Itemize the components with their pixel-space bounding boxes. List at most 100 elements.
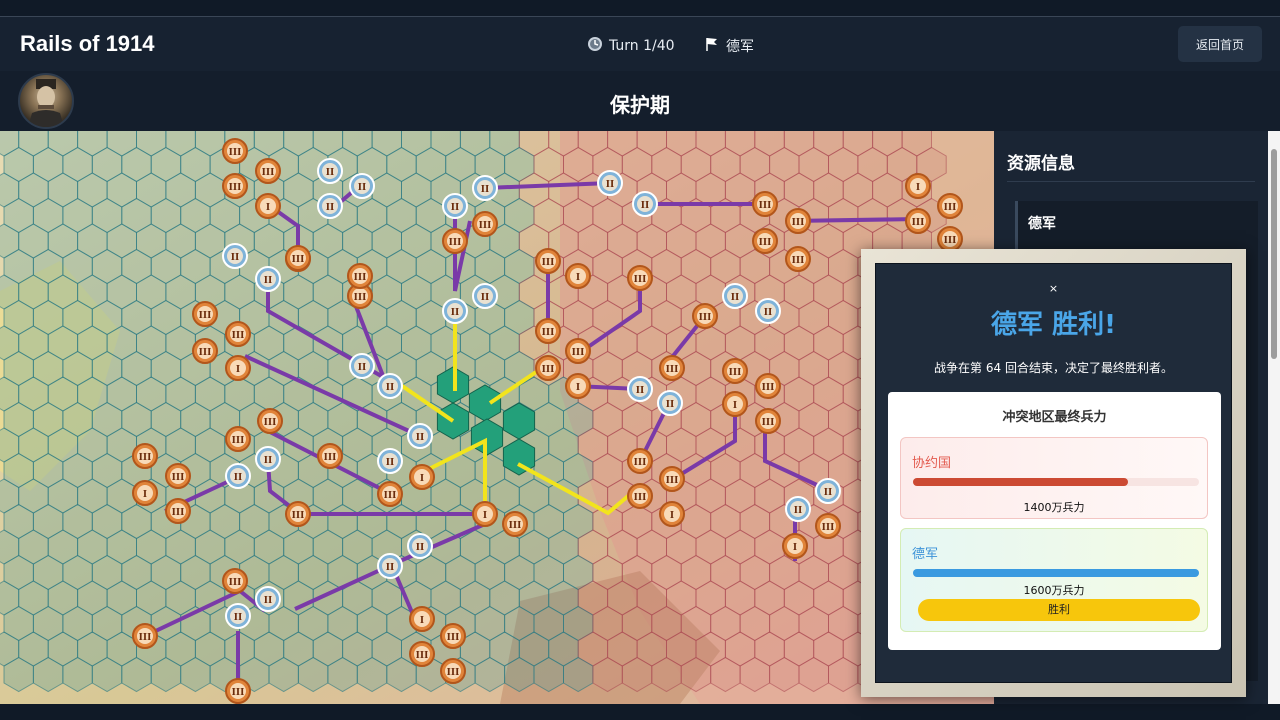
army-unit[interactable]: II <box>255 266 281 292</box>
army-unit[interactable]: I <box>132 480 158 506</box>
army-unit[interactable]: III <box>722 358 748 384</box>
game-map[interactable]: III III III I III III III I III III III III I III III I… <box>0 131 994 704</box>
army-unit[interactable]: II <box>472 283 498 309</box>
army-unit[interactable]: II <box>255 586 281 612</box>
army-unit[interactable]: I <box>782 533 808 559</box>
return-home-button[interactable]: 返回首页 <box>1178 26 1262 62</box>
army-unit[interactable]: II <box>407 533 433 559</box>
army-unit[interactable]: I <box>225 355 251 381</box>
army-unit[interactable]: III <box>285 501 311 527</box>
army-unit[interactable]: I <box>255 193 281 219</box>
army-unit[interactable]: III <box>409 641 435 667</box>
army-unit[interactable]: III <box>255 158 281 184</box>
unit-label: III <box>354 273 367 283</box>
army-unit[interactable]: II <box>755 298 781 324</box>
army-unit[interactable]: I <box>472 501 498 527</box>
army-unit[interactable]: II <box>632 191 658 217</box>
army-unit[interactable]: III <box>752 228 778 254</box>
army-unit[interactable]: I <box>905 173 931 199</box>
army-unit[interactable]: II <box>815 478 841 504</box>
army-unit[interactable]: III <box>225 321 251 347</box>
scroll-thumb[interactable] <box>1271 149 1277 359</box>
army-unit[interactable]: III <box>317 443 343 469</box>
army-unit[interactable]: II <box>442 193 468 219</box>
army-unit[interactable]: III <box>257 408 283 434</box>
army-unit[interactable]: II <box>597 170 623 196</box>
army-unit[interactable]: III <box>225 678 251 704</box>
close-icon[interactable]: × <box>876 282 1231 295</box>
page-scrollbar[interactable] <box>1268 131 1280 704</box>
army-unit[interactable]: III <box>132 623 158 649</box>
army-unit[interactable]: III <box>222 138 248 164</box>
unit-label: III <box>232 436 245 446</box>
army-unit[interactable]: III <box>937 193 963 219</box>
army-unit[interactable]: III <box>502 511 528 537</box>
army-unit[interactable]: III <box>222 568 248 594</box>
army-unit[interactable]: II <box>255 446 281 472</box>
army-unit[interactable]: II <box>377 448 403 474</box>
army-unit[interactable]: II <box>785 496 811 522</box>
army-unit[interactable]: III <box>659 466 685 492</box>
army-unit[interactable]: II <box>627 376 653 402</box>
army-unit[interactable]: II <box>225 463 251 489</box>
result-title: 冲突地区最终兵力 <box>1002 410 1107 425</box>
army-unit[interactable]: III <box>132 443 158 469</box>
army-unit[interactable]: III <box>752 191 778 217</box>
unit-label: III <box>139 453 152 463</box>
army-unit[interactable]: III <box>627 448 653 474</box>
army-unit[interactable]: III <box>165 498 191 524</box>
army-unit[interactable]: III <box>285 245 311 271</box>
army-unit[interactable]: III <box>192 338 218 364</box>
army-unit[interactable]: III <box>755 408 781 434</box>
army-unit[interactable]: I <box>659 501 685 527</box>
army-unit[interactable]: II <box>722 283 748 309</box>
army-unit[interactable]: III <box>627 483 653 509</box>
army-unit[interactable]: III <box>815 513 841 539</box>
army-unit[interactable]: I <box>722 391 748 417</box>
army-unit[interactable]: III <box>225 426 251 452</box>
army-unit[interactable]: III <box>192 301 218 327</box>
army-unit[interactable]: III <box>535 248 561 274</box>
army-unit[interactable]: III <box>659 355 685 381</box>
army-unit[interactable]: II <box>377 373 403 399</box>
army-unit[interactable]: II <box>657 390 683 416</box>
army-unit[interactable]: III <box>755 373 781 399</box>
army-unit[interactable]: III <box>692 303 718 329</box>
army-unit[interactable]: III <box>440 623 466 649</box>
army-unit[interactable]: III <box>905 208 931 234</box>
unit-label: III <box>416 651 429 661</box>
army-unit[interactable]: II <box>349 173 375 199</box>
unit-label: II <box>636 386 644 396</box>
army-unit[interactable]: III <box>222 173 248 199</box>
army-unit[interactable]: II <box>442 298 468 324</box>
map-canvas[interactable]: IIIIIIIIIIIIIIIIIIIIIIIIIIIIIIIIIIIIIIII… <box>0 131 994 704</box>
army-unit[interactable]: I <box>409 464 435 490</box>
army-unit[interactable]: III <box>377 481 403 507</box>
german-force-value: 1600万兵力 <box>1023 584 1085 597</box>
army-unit[interactable]: III <box>627 265 653 291</box>
unit-label: III <box>354 293 367 303</box>
army-unit[interactable]: III <box>440 658 466 684</box>
army-unit[interactable]: II <box>472 175 498 201</box>
army-unit[interactable]: III <box>165 463 191 489</box>
army-unit[interactable]: III <box>472 211 498 237</box>
army-unit[interactable]: III <box>535 318 561 344</box>
army-unit[interactable]: III <box>785 208 811 234</box>
army-unit[interactable]: III <box>565 338 591 364</box>
army-unit[interactable]: II <box>317 158 343 184</box>
army-unit[interactable]: II <box>377 553 403 579</box>
army-unit[interactable]: II <box>407 423 433 449</box>
army-unit[interactable]: II <box>222 243 248 269</box>
army-unit[interactable]: III <box>442 228 468 254</box>
army-unit[interactable]: I <box>565 373 591 399</box>
unit-label: III <box>509 521 522 531</box>
army-unit[interactable]: II <box>349 353 375 379</box>
army-unit[interactable]: I <box>409 606 435 632</box>
army-unit[interactable]: III <box>785 246 811 272</box>
army-unit[interactable]: III <box>937 226 963 252</box>
army-unit[interactable]: III <box>347 263 373 289</box>
army-unit[interactable]: II <box>317 193 343 219</box>
army-unit[interactable]: III <box>535 355 561 381</box>
army-unit[interactable]: I <box>565 263 591 289</box>
army-unit[interactable]: II <box>225 603 251 629</box>
